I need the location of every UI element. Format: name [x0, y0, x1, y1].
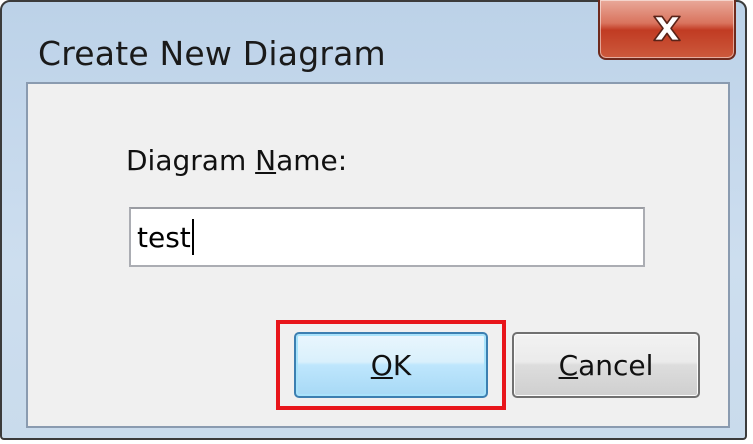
close-icon	[653, 15, 681, 42]
text-caret	[191, 219, 194, 255]
diagram-name-input[interactable]: test	[129, 207, 645, 267]
label-prefix: Diagram	[126, 144, 256, 177]
diagram-name-value: test	[137, 220, 191, 254]
label-mnemonic: N	[255, 144, 277, 177]
ok-button[interactable]: OK	[294, 332, 488, 398]
close-button[interactable]	[598, 0, 736, 60]
ok-label-rest: K	[392, 348, 412, 382]
title-bar[interactable]: Create New Diagram	[2, 0, 745, 82]
diagram-name-label: Diagram Name:	[126, 144, 347, 177]
ok-mnemonic: O	[370, 348, 393, 382]
cancel-mnemonic: C	[558, 348, 579, 382]
window-title: Create New Diagram	[38, 34, 386, 73]
label-rest: ame:	[276, 144, 348, 177]
cancel-label-rest: ancel	[578, 348, 654, 382]
dialog-window: Create New Diagram Diagram Name: test OK…	[0, 0, 747, 440]
dialog-client-area: Diagram Name: test OK Cancel	[26, 82, 730, 428]
cancel-button[interactable]: Cancel	[512, 332, 700, 398]
